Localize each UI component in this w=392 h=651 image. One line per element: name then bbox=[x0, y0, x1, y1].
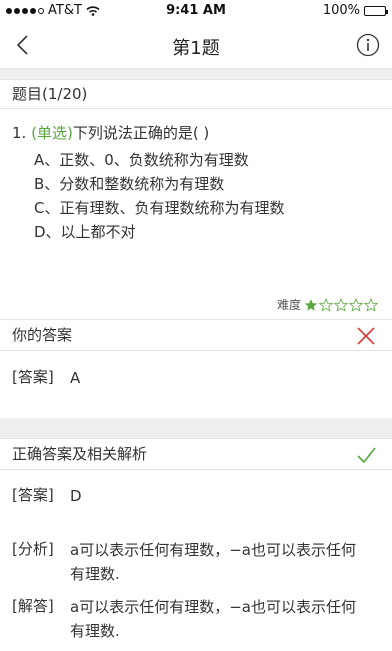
nav-bar: 第1题 bbox=[0, 22, 392, 69]
analysis-text: a可以表示任何有理数，−a也可以表示任何有理数. bbox=[70, 541, 356, 583]
your-answer-header: 你的答案 bbox=[0, 319, 392, 351]
solution-row: [解答] a可以表示任何有理数，−a也可以表示任何有理数. bbox=[12, 595, 370, 643]
correct-answer-title: 正确答案及相关解析 bbox=[12, 445, 148, 463]
star-icon bbox=[334, 297, 348, 312]
question-number: 1. bbox=[12, 124, 27, 142]
your-answer-value: A bbox=[70, 369, 81, 387]
correct-answer-tag: [答案] bbox=[12, 486, 54, 504]
analysis-tag: [分析] bbox=[12, 540, 54, 558]
analysis-row: [分析] a可以表示任何有理数，−a也可以表示任何有理数. bbox=[12, 538, 370, 586]
your-answer-row: [答案] A bbox=[12, 366, 370, 390]
your-answer-tag: [答案] bbox=[12, 368, 54, 386]
solution-tag: [解答] bbox=[12, 597, 54, 615]
correct-answer-header: 正确答案及相关解析 bbox=[0, 438, 392, 470]
difficulty-rating: 难度 bbox=[277, 296, 378, 313]
battery-percent: 100% bbox=[322, 3, 360, 18]
status-right: 100% bbox=[322, 3, 388, 18]
option-c: C、正有理数、负有理数统称为有理数 bbox=[34, 199, 285, 217]
star-icon bbox=[364, 297, 378, 312]
question-progress: 题目(1/20) bbox=[0, 79, 392, 109]
option-d: D、以上都不对 bbox=[34, 223, 136, 241]
star-icon bbox=[349, 297, 363, 312]
your-answer-title: 你的答案 bbox=[12, 326, 73, 344]
correct-answer-row: [答案] D bbox=[12, 484, 370, 508]
question-text: 下列说法正确的是( ) bbox=[72, 124, 210, 142]
option-b: B、分数和整数统称为有理数 bbox=[34, 175, 225, 193]
check-icon bbox=[357, 447, 376, 464]
status-bar: AT&T 9:41 AM 100% bbox=[0, 0, 392, 22]
divider bbox=[0, 69, 392, 79]
battery-icon bbox=[364, 5, 388, 16]
difficulty-label: 难度 bbox=[276, 298, 301, 312]
question-stem: 1. (单选)下列说法正确的是( ) bbox=[12, 122, 209, 144]
question-type: (单选) bbox=[31, 124, 73, 142]
difficulty-stars bbox=[304, 297, 378, 312]
star-icon bbox=[304, 298, 318, 311]
page-title: 第1题 bbox=[172, 38, 220, 59]
divider bbox=[0, 418, 392, 438]
option-a: A、正数、0、负数统称为有理数 bbox=[34, 151, 249, 169]
solution-text: a可以表示任何有理数，−a也可以表示任何有理数. bbox=[70, 598, 356, 640]
info-icon[interactable] bbox=[356, 33, 380, 57]
correct-answer-value: D bbox=[70, 487, 82, 505]
star-icon bbox=[319, 297, 333, 312]
cross-icon bbox=[357, 327, 375, 345]
